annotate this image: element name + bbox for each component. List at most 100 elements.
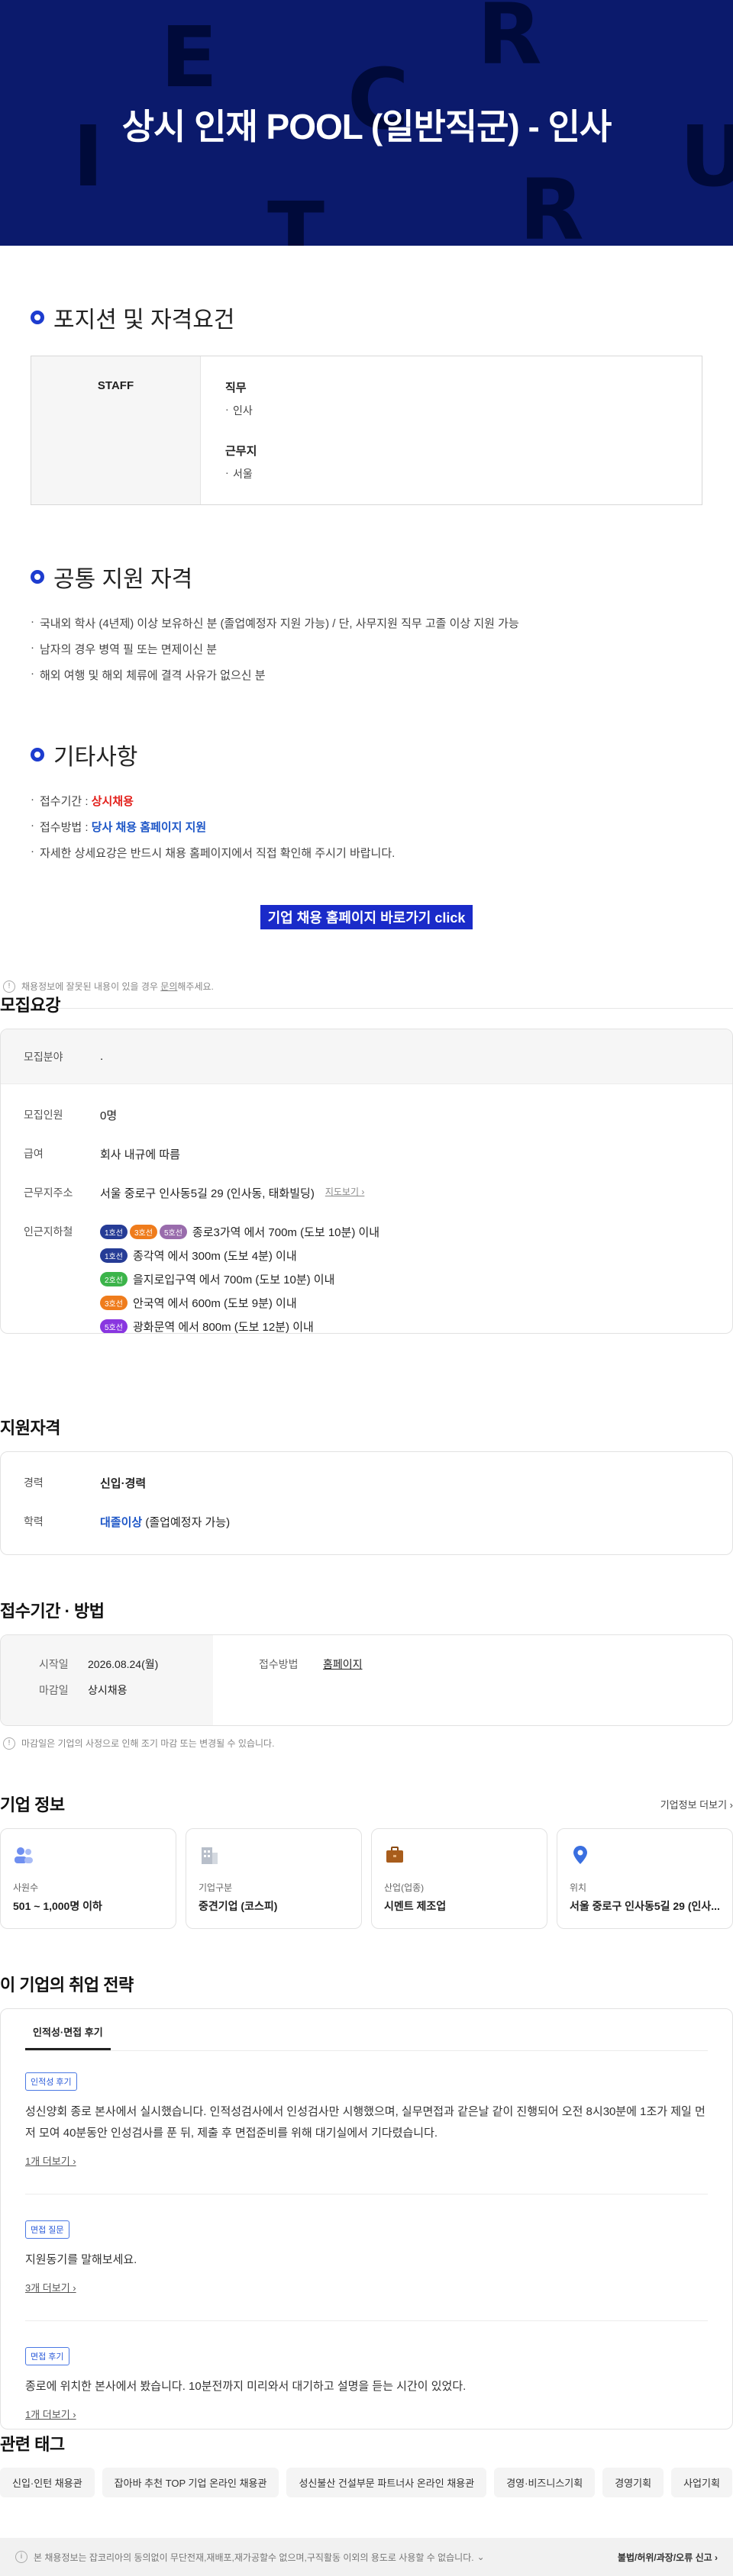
company-title: 기업 정보 xyxy=(0,1795,65,1814)
info-icon: ! xyxy=(3,1737,15,1750)
report-notice: ! 채용정보에 잘못된 내용이 있을 경우 문의해주세요. xyxy=(3,980,733,993)
review-more-link[interactable]: 1개 더보기 › xyxy=(25,2407,76,2421)
tag-chip[interactable]: 사업기획 xyxy=(671,2468,732,2497)
recruit-title: 모집요강 xyxy=(0,996,60,1015)
headcount-label: 모집인원 xyxy=(24,1109,63,1121)
recruit-section: 모집요강 모집분야 . 모집인원 0명 급여 회사 내규에 따름 근무지주소 서… xyxy=(0,992,733,1334)
briefcase-icon xyxy=(386,1847,403,1863)
review-text: 성신양회 종로 본사에서 실시했습니다. 인적성검사에서 인성검사만 시행했으며… xyxy=(25,2105,706,2140)
list-item: 자세한 상세요강은 반드시 채용 홈페이지에서 직접 확인해 주시기 바랍니다. xyxy=(31,845,702,861)
info-icon: ! xyxy=(3,980,15,993)
bullet-circle-icon xyxy=(31,748,44,762)
edu-value: 대졸이상 xyxy=(100,1516,143,1529)
company-card: 위치 서울 중로구 인사동5길 29 (인사... xyxy=(557,1828,733,1929)
end-value: 상시채용 xyxy=(88,1684,128,1696)
tag-chip[interactable]: 성신불산 건설부문 파트너사 온라인 채용관 xyxy=(286,2468,487,2497)
list-item: 해외 여행 및 해외 체류에 결격 사유가 없으신 분 xyxy=(31,667,702,683)
bullet-circle-icon xyxy=(31,311,44,324)
apply-section: 접수기간 · 방법 시작일 2026.08.24(월) 마감일 상시채용 접수방… xyxy=(0,1598,733,1750)
building-icon xyxy=(202,1847,218,1864)
recruit-card: 모집분야 . 모집인원 0명 급여 회사 내규에 따름 근무지주소 서울 중로구… xyxy=(0,1029,733,1334)
address-row: 근무지주소 서울 중로구 인사동5길 29 (인사동, 태화빌딩) 지도보기 › xyxy=(24,1185,709,1201)
hero-title: 상시 인재 POOL (일반직군) - 인사 xyxy=(121,107,612,147)
apply-method: 접수방법 홈페이지 xyxy=(213,1635,363,1725)
cta-wrap: 기업 채용 홈페이지 바로가기 click xyxy=(31,905,702,929)
footer-text: 본 채용정보는 잡코리아의 동의없이 무단전재,재배포,재가공할수 없으며,구직… xyxy=(34,2552,474,2563)
end-label: 마감일 xyxy=(39,1684,69,1696)
tag-list: 신입·인턴 채용관 잡아바 추천 TOP 기업 온라인 채용관 성신불산 건설부… xyxy=(0,2468,733,2497)
edu-label: 학력 xyxy=(24,1515,44,1528)
tag-chip[interactable]: 경영·비즈니스기획 xyxy=(494,2468,596,2497)
subway-item: 1호선 종각역 에서 300m (도보 4분) 이내 xyxy=(100,1248,379,1264)
map-link[interactable]: 지도보기 › xyxy=(325,1185,365,1198)
pin-icon xyxy=(573,1846,587,1864)
decor-letter: E xyxy=(160,8,218,106)
review-tag: 면접 질문 xyxy=(25,2220,69,2239)
line-badge: 1호선 xyxy=(100,1225,128,1239)
review-more-link[interactable]: 3개 더보기 › xyxy=(25,2280,76,2294)
qualification-section: 지원자격 경력 신입·경력 학력 대졸이상 (졸업예정자 가능) xyxy=(0,1415,733,1555)
tag-chip[interactable]: 경영기획 xyxy=(602,2468,664,2497)
period-label: 접수기간 : xyxy=(40,795,92,808)
apply-note: 마감일은 기업의 사정으로 인해 조기 마감 또는 변경될 수 있습니다. xyxy=(21,1738,275,1749)
duty-label: 직무 xyxy=(225,382,247,394)
line-badge: 3호선 xyxy=(100,1296,128,1310)
info-icon: i xyxy=(15,2551,27,2563)
map-link-text: 지도보기 xyxy=(325,1187,359,1197)
card-value: 501 ~ 1,000명 이하 xyxy=(13,1900,102,1912)
decor-letter: R xyxy=(477,0,542,83)
list-item: 국내외 학사 (4년제) 이상 보유하신 분 (졸업예정자 지원 가능) / 단… xyxy=(31,615,702,631)
section-title: 기타사항 xyxy=(31,738,702,771)
inquiry-link[interactable]: 문의 xyxy=(160,981,177,992)
subway-list: 1호선 3호선 5호선 종로3가역 에서 700m (도보 10분) 이내 1호… xyxy=(100,1224,380,1333)
etc-info: 접수기간 : 상시채용 접수방법 : 당사 채용 홈페이지 지원 자세한 상세요… xyxy=(31,793,702,861)
company-cards: 사원수 501 ~ 1,000명 이하 기업구분 중견기업 (코스피) 산업(업… xyxy=(0,1828,733,1929)
tag-chip[interactable]: 신입·인턴 채용관 xyxy=(0,2468,95,2497)
qualification-card: 경력 신입·경력 학력 대졸이상 (졸업예정자 가능) xyxy=(0,1451,733,1555)
company-section: 기업 정보 기업정보 더보기 › 사원수 501 ~ 1,000명 이하 기업구… xyxy=(0,1792,733,1929)
review-text: 종로에 위치한 본사에서 봤습니다. 10분전까지 미리와서 대기하고 설명을 … xyxy=(25,2380,467,2393)
subway-text: 종각역 에서 300m (도보 4분) 이내 xyxy=(132,1250,297,1263)
company-more-link[interactable]: 기업정보 더보기 › xyxy=(660,1797,733,1811)
review-tag: 인적성 후기 xyxy=(25,2072,77,2091)
section-title-text: 기타사항 xyxy=(53,745,138,770)
company-more-text: 기업정보 더보기 xyxy=(660,1798,728,1811)
card-label: 기업구분 xyxy=(199,1882,233,1893)
review-text: 지원동기를 말해보세요. xyxy=(25,2253,137,2266)
strategy-section: 이 기업의 취업 전략 인적성·면접 후기 인적성 후기 성신양회 종로 본사에… xyxy=(0,1972,733,2429)
bullet-circle-icon xyxy=(31,570,44,584)
subway-text: 을지로입구역 에서 700m (도보 10분) 이내 xyxy=(132,1274,335,1286)
subway-item: 3호선 안국역 에서 600m (도보 9분) 이내 xyxy=(100,1295,379,1311)
duty-value: 인사 xyxy=(225,403,257,418)
tab-interview-review[interactable]: 인적성·면접 후기 xyxy=(25,2024,111,2050)
field-label: 모집분야 xyxy=(24,1050,63,1063)
list-item: 접수기간 : 상시채용 xyxy=(31,793,702,809)
method-label: 접수방법 xyxy=(259,1658,299,1670)
company-homepage-button[interactable]: 기업 채용 홈페이지 바로가기 click xyxy=(260,905,473,929)
field-value: . xyxy=(100,1050,104,1063)
location-label: 근무지 xyxy=(225,445,257,458)
line-badge: 3호선 xyxy=(129,1225,157,1239)
method-row: 접수방법 홈페이지 xyxy=(259,1657,363,1672)
period-value: 상시채용 xyxy=(91,795,134,808)
position-details: 직무 인사 근무지 서울 xyxy=(201,356,281,504)
card-value: 중견기업 (코스피) xyxy=(199,1900,278,1912)
review-more-link[interactable]: 1개 더보기 › xyxy=(25,2153,76,2168)
chevron-down-icon[interactable]: ⌄ xyxy=(477,2552,485,2562)
subway-text: 종로3가역 에서 700m (도보 10분) 이내 xyxy=(192,1226,380,1239)
company-card: 산업(업종) 시멘트 제조업 xyxy=(371,1828,547,1929)
line-badge: 2호선 xyxy=(100,1272,128,1286)
report-text: 불법/허위/과장/오류 신고 xyxy=(617,2552,712,2563)
homepage-link[interactable]: 홈페이지 xyxy=(323,1657,363,1672)
subway-item: 2호선 을지로입구역 에서 700m (도보 10분) 이내 xyxy=(100,1271,379,1287)
tag-chip[interactable]: 잡아바 추천 TOP 기업 온라인 채용관 xyxy=(102,2468,279,2497)
section-title-text: 공통 지원 자격 xyxy=(53,567,193,592)
salary-value: 회사 내규에 따름 xyxy=(100,1148,180,1161)
method-label: 접수방법 : xyxy=(40,821,92,834)
start-value: 2026.08.24(월) xyxy=(88,1658,159,1670)
field-row: 모집분야 . xyxy=(1,1029,732,1084)
report-link[interactable]: 불법/허위/과장/오류 신고 › xyxy=(618,2551,718,2564)
salary-label: 급여 xyxy=(24,1148,44,1160)
section-title: 포지션 및 자격요건 xyxy=(31,301,702,334)
edu-note: (졸업예정자 가능) xyxy=(142,1516,231,1529)
